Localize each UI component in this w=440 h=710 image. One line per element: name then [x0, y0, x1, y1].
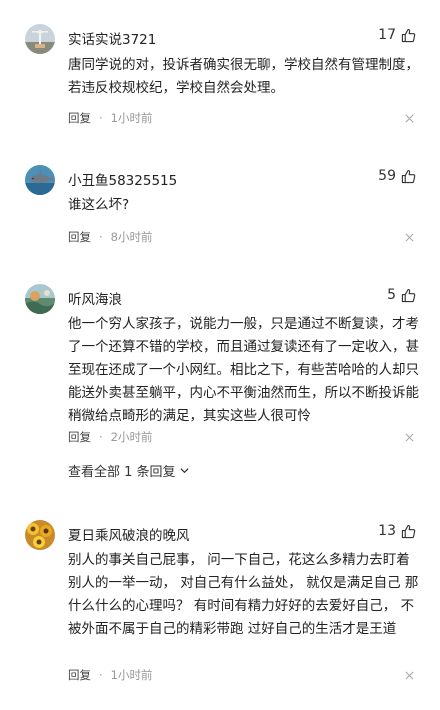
dolphin-avatar-icon: [25, 165, 55, 195]
avatar[interactable]: [25, 520, 55, 550]
comment-text: 唐同学说的对，投诉者确实很无聊，学校自然有管理制度，若违反校规校纪，学校自然会处…: [68, 57, 419, 96]
thumbs-up-icon: [401, 169, 416, 183]
comment-meta: 回复 · 1小时前: [68, 110, 152, 126]
like-count: 17: [378, 27, 396, 43]
close-icon[interactable]: [405, 671, 414, 680]
like-count: 5: [387, 287, 396, 303]
seascape-avatar-icon: [25, 284, 55, 314]
comment-meta: 回复 · 2小时前: [68, 429, 152, 445]
like-button[interactable]: 59: [378, 168, 416, 184]
username[interactable]: 实话实说3721: [68, 28, 156, 48]
avatar[interactable]: [25, 284, 55, 314]
comment-text: 别人的事关自己屁事， 问一下自己，花这么多精力去盯着别人的一举一动， 对自己有什…: [68, 552, 419, 637]
separator-dot: ·: [99, 111, 103, 125]
chevron-down-icon: [179, 468, 189, 474]
like-button[interactable]: 5: [387, 287, 416, 303]
like-count: 59: [378, 168, 396, 184]
close-icon[interactable]: [405, 233, 414, 242]
timestamp: 1小时前: [110, 668, 153, 682]
username[interactable]: 小丑鱼58325515: [68, 169, 177, 189]
like-button[interactable]: 17: [378, 27, 416, 43]
comment-text: 谁这么坏?: [68, 197, 130, 213]
comment-meta: 回复 · 8小时前: [68, 229, 152, 245]
comment-text: 他一个穷人家孩子，说能力一般，只是通过不断复读，才考了一个还算不错的学校，而且通…: [68, 316, 419, 424]
thumbs-up-icon: [401, 28, 416, 42]
reply-button[interactable]: 回复: [68, 667, 91, 683]
wind-turbine-avatar-icon: [25, 24, 55, 54]
separator-dot: ·: [99, 668, 103, 682]
username[interactable]: 夏日乘风破浪的晚风: [68, 524, 190, 544]
close-icon[interactable]: [405, 114, 414, 123]
close-icon[interactable]: [405, 433, 414, 442]
comment-meta: 回复 · 1小时前: [68, 667, 152, 683]
like-button[interactable]: 13: [378, 523, 416, 539]
reply-button[interactable]: 回复: [68, 429, 91, 445]
avatar[interactable]: [25, 165, 55, 195]
timestamp: 2小时前: [110, 430, 153, 444]
separator-dot: ·: [99, 430, 103, 444]
separator-dot: ·: [99, 230, 103, 244]
reply-button[interactable]: 回复: [68, 229, 91, 245]
like-count: 13: [378, 523, 396, 539]
username[interactable]: 听风海浪: [68, 288, 122, 308]
timestamp: 8小时前: [110, 230, 153, 244]
avatar[interactable]: [25, 24, 55, 54]
reply-button[interactable]: 回复: [68, 110, 91, 126]
thumbs-up-icon: [401, 524, 416, 538]
thumbs-up-icon: [401, 288, 416, 302]
sunflower-avatar-icon: [25, 520, 55, 550]
view-replies-label: 查看全部 1 条回复: [68, 465, 176, 480]
view-all-replies-link[interactable]: 查看全部 1 条回复: [68, 461, 190, 480]
timestamp: 1小时前: [110, 111, 153, 125]
